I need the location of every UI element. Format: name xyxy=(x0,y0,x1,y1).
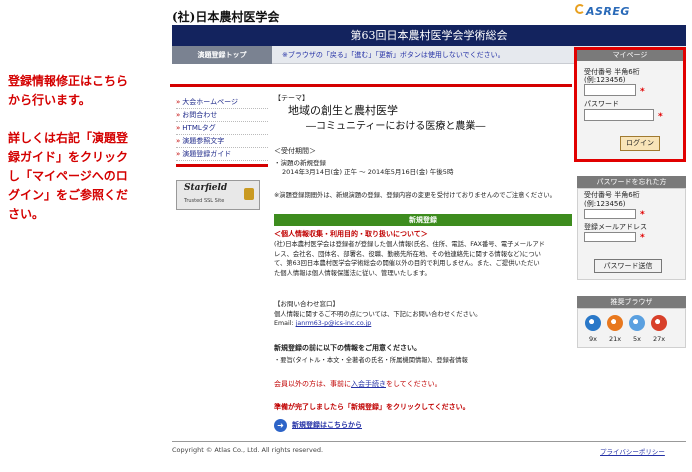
ie-icon xyxy=(585,315,601,331)
inquiry-title: 【お問い合わせ窓口】 xyxy=(274,300,339,308)
fp-receipt-input[interactable] xyxy=(584,209,636,219)
browser-version: 5x xyxy=(633,335,641,343)
fp-receipt-example: (例:123456) xyxy=(584,200,626,208)
password-label: パスワード xyxy=(584,100,619,108)
privacy-body: (社)日本農村医学会は登録者が登録した個人情報(氏名、住所、電話、FAX番号、電… xyxy=(274,240,574,278)
annotation-line: 詳しくは右記「演題登 xyxy=(8,131,129,145)
theme-subtitle: ―コミュニティーにおける医療と農業― xyxy=(306,121,486,132)
ssl-brand: Starfield xyxy=(184,183,228,193)
firefox-icon xyxy=(607,315,623,331)
new-registration-header: 新規登録 xyxy=(274,214,572,226)
menu-item-label: お問合わせ xyxy=(182,111,218,119)
nonmember-note: 会員以外の方は、事前に入会手続きをしてください。 xyxy=(274,379,442,389)
nonmember-post: をしてください。 xyxy=(386,380,442,388)
period-notice: ※演題登録期間外は、新規演題の登録、登録内容の変更を受付けておりませんのでご注意… xyxy=(274,192,556,199)
side-menu: » 大会ホームページ » お問合わせ » HTMLタグ » 演題参照文字 » 演題登録ガイ… xyxy=(176,96,268,161)
bullet-icon: » xyxy=(176,111,181,119)
browser-version: 21x xyxy=(608,335,622,343)
bullet-icon: » xyxy=(176,124,181,132)
login-button[interactable]: ログイン xyxy=(620,136,660,151)
browsers-title: 推奨ブラウザ xyxy=(577,296,686,308)
menu-item-reference-chars[interactable]: » 演題参照文字 xyxy=(176,135,268,148)
menu-item-label: HTMLタグ xyxy=(182,124,216,132)
guide-highlight-underline xyxy=(176,164,268,167)
required-mark: * xyxy=(640,210,645,220)
menu-item-contact[interactable]: » お問合わせ xyxy=(176,109,268,122)
annotation-arrow-line xyxy=(170,84,572,87)
bullet-icon: » xyxy=(176,98,181,106)
period-label: ＜受付期間＞ xyxy=(274,147,316,155)
browser-warning: ※ブラウザの「戻る」「進む」「更新」ボタンは使用しないでください。 xyxy=(282,51,505,59)
email-link[interactable]: janrm63-p@ics-inc.co.jp xyxy=(296,320,372,327)
browser-version: 27x xyxy=(652,335,666,343)
menu-item-guide[interactable]: » 演題登録ガイド xyxy=(176,148,268,161)
mypage-title: マイページ xyxy=(577,50,683,61)
inquiry-body: 個人情報に関するご不明の点については、下記にお問い合わせください。 xyxy=(274,311,482,318)
annotation-line: 録ガイド」をクリック xyxy=(8,150,129,164)
forgot-password-title: パスワードを忘れた方 xyxy=(577,176,686,188)
menu-item-label: 演題登録ガイド xyxy=(182,150,232,158)
annotation-spacer xyxy=(8,110,168,129)
nonmember-pre: 会員以外の方は、事前に xyxy=(274,380,351,388)
menu-item-label: 演題参照文字 xyxy=(182,137,225,145)
password-input[interactable] xyxy=(584,109,654,121)
menu-item-html-tags[interactable]: » HTMLタグ xyxy=(176,122,268,135)
new-registration-link[interactable]: 新規登録はこちらから xyxy=(274,417,362,433)
annotation-line: 登録情報修正はこちら xyxy=(8,74,129,88)
org-title: (社)日本農村医学会 xyxy=(172,10,280,24)
browser-version: 9x xyxy=(589,335,597,343)
privacy-line: た個人情報は個人情報保護法に従い、管理いたします。 xyxy=(274,269,431,277)
safari-icon xyxy=(629,315,645,331)
inquiry-email: Email: janrm63-p@ics-inc.co.jp xyxy=(274,320,371,327)
footer-divider xyxy=(172,441,686,442)
privacy-line: (社)日本農村医学会は登録者が登録した個人情報(氏名、住所、電話、FAX番号、電… xyxy=(274,241,545,248)
annotation-line: し「マイページへのロ xyxy=(8,169,128,183)
bullet-icon: » xyxy=(176,150,181,158)
privacy-line: レス、会社名、団体名、部署名、役職、勤務先所在地、その他連絡先に関する情報など)… xyxy=(274,250,541,258)
menu-item-homepage[interactable]: » 大会ホームページ xyxy=(176,96,268,109)
send-password-button[interactable]: パスワード送信 xyxy=(594,259,662,273)
privacy-line: て、第63回日本農村医学会学術総会の開催以外の目的で利用しません。また、ご提供い… xyxy=(274,260,540,267)
menu-item-label: 大会ホームページ xyxy=(182,98,238,106)
pasreg-logo: ASREG xyxy=(586,5,630,18)
annotation-line: から行います。 xyxy=(8,93,91,107)
prep-title: 新規登録の前に以下の情報をご用意ください。 xyxy=(274,344,421,352)
bullet-icon: » xyxy=(176,137,181,145)
prep-body: ・要旨(タイトル・本文・全著者の氏名・所属機関情報)、登録者情報 xyxy=(274,357,468,364)
annotation-text: 登録情報修正はこちら から行います。 詳しくは右記「演題登 録ガイド」をクリック… xyxy=(8,72,168,224)
required-mark: * xyxy=(658,112,663,122)
logo-swirl-icon xyxy=(575,4,585,14)
ssl-sub: Trusted SSL Site xyxy=(184,198,225,204)
tab-abstract-top[interactable]: 演題登録トップ xyxy=(172,46,272,64)
copyright: Copyright © Atlas Co., Ltd. All rights r… xyxy=(172,446,324,454)
ready-instruction: 準備が完了しましたら「新規登録」をクリックしてください。 xyxy=(274,403,470,411)
congress-banner: 第63回日本農村医学会学術総会 xyxy=(172,25,686,46)
email-label: Email: xyxy=(274,320,296,327)
period-dates: 2014年3月14日(金) 正午 ～ 2014年5月16日(金) 午後5時 xyxy=(282,168,454,176)
required-mark: * xyxy=(640,233,645,243)
fp-email-input[interactable] xyxy=(584,232,636,242)
membership-link[interactable]: 入会手続き xyxy=(351,380,386,388)
chrome-icon xyxy=(651,315,667,331)
required-mark: * xyxy=(640,87,645,97)
annotation-line: グイン」をご参照くだ xyxy=(8,188,129,202)
receipt-number-input[interactable] xyxy=(584,84,636,96)
theme-title: 地域の創生と農村医学 xyxy=(288,104,398,117)
privacy-title: ＜個人情報収集・利用目的・取り扱いについて＞ xyxy=(274,230,428,238)
lock-icon xyxy=(244,188,254,200)
annotation-line: さい。 xyxy=(8,207,45,221)
privacy-policy-link[interactable]: プライバシーポリシー xyxy=(600,446,665,456)
fp-email-label: 登録メールアドレス xyxy=(584,223,647,231)
